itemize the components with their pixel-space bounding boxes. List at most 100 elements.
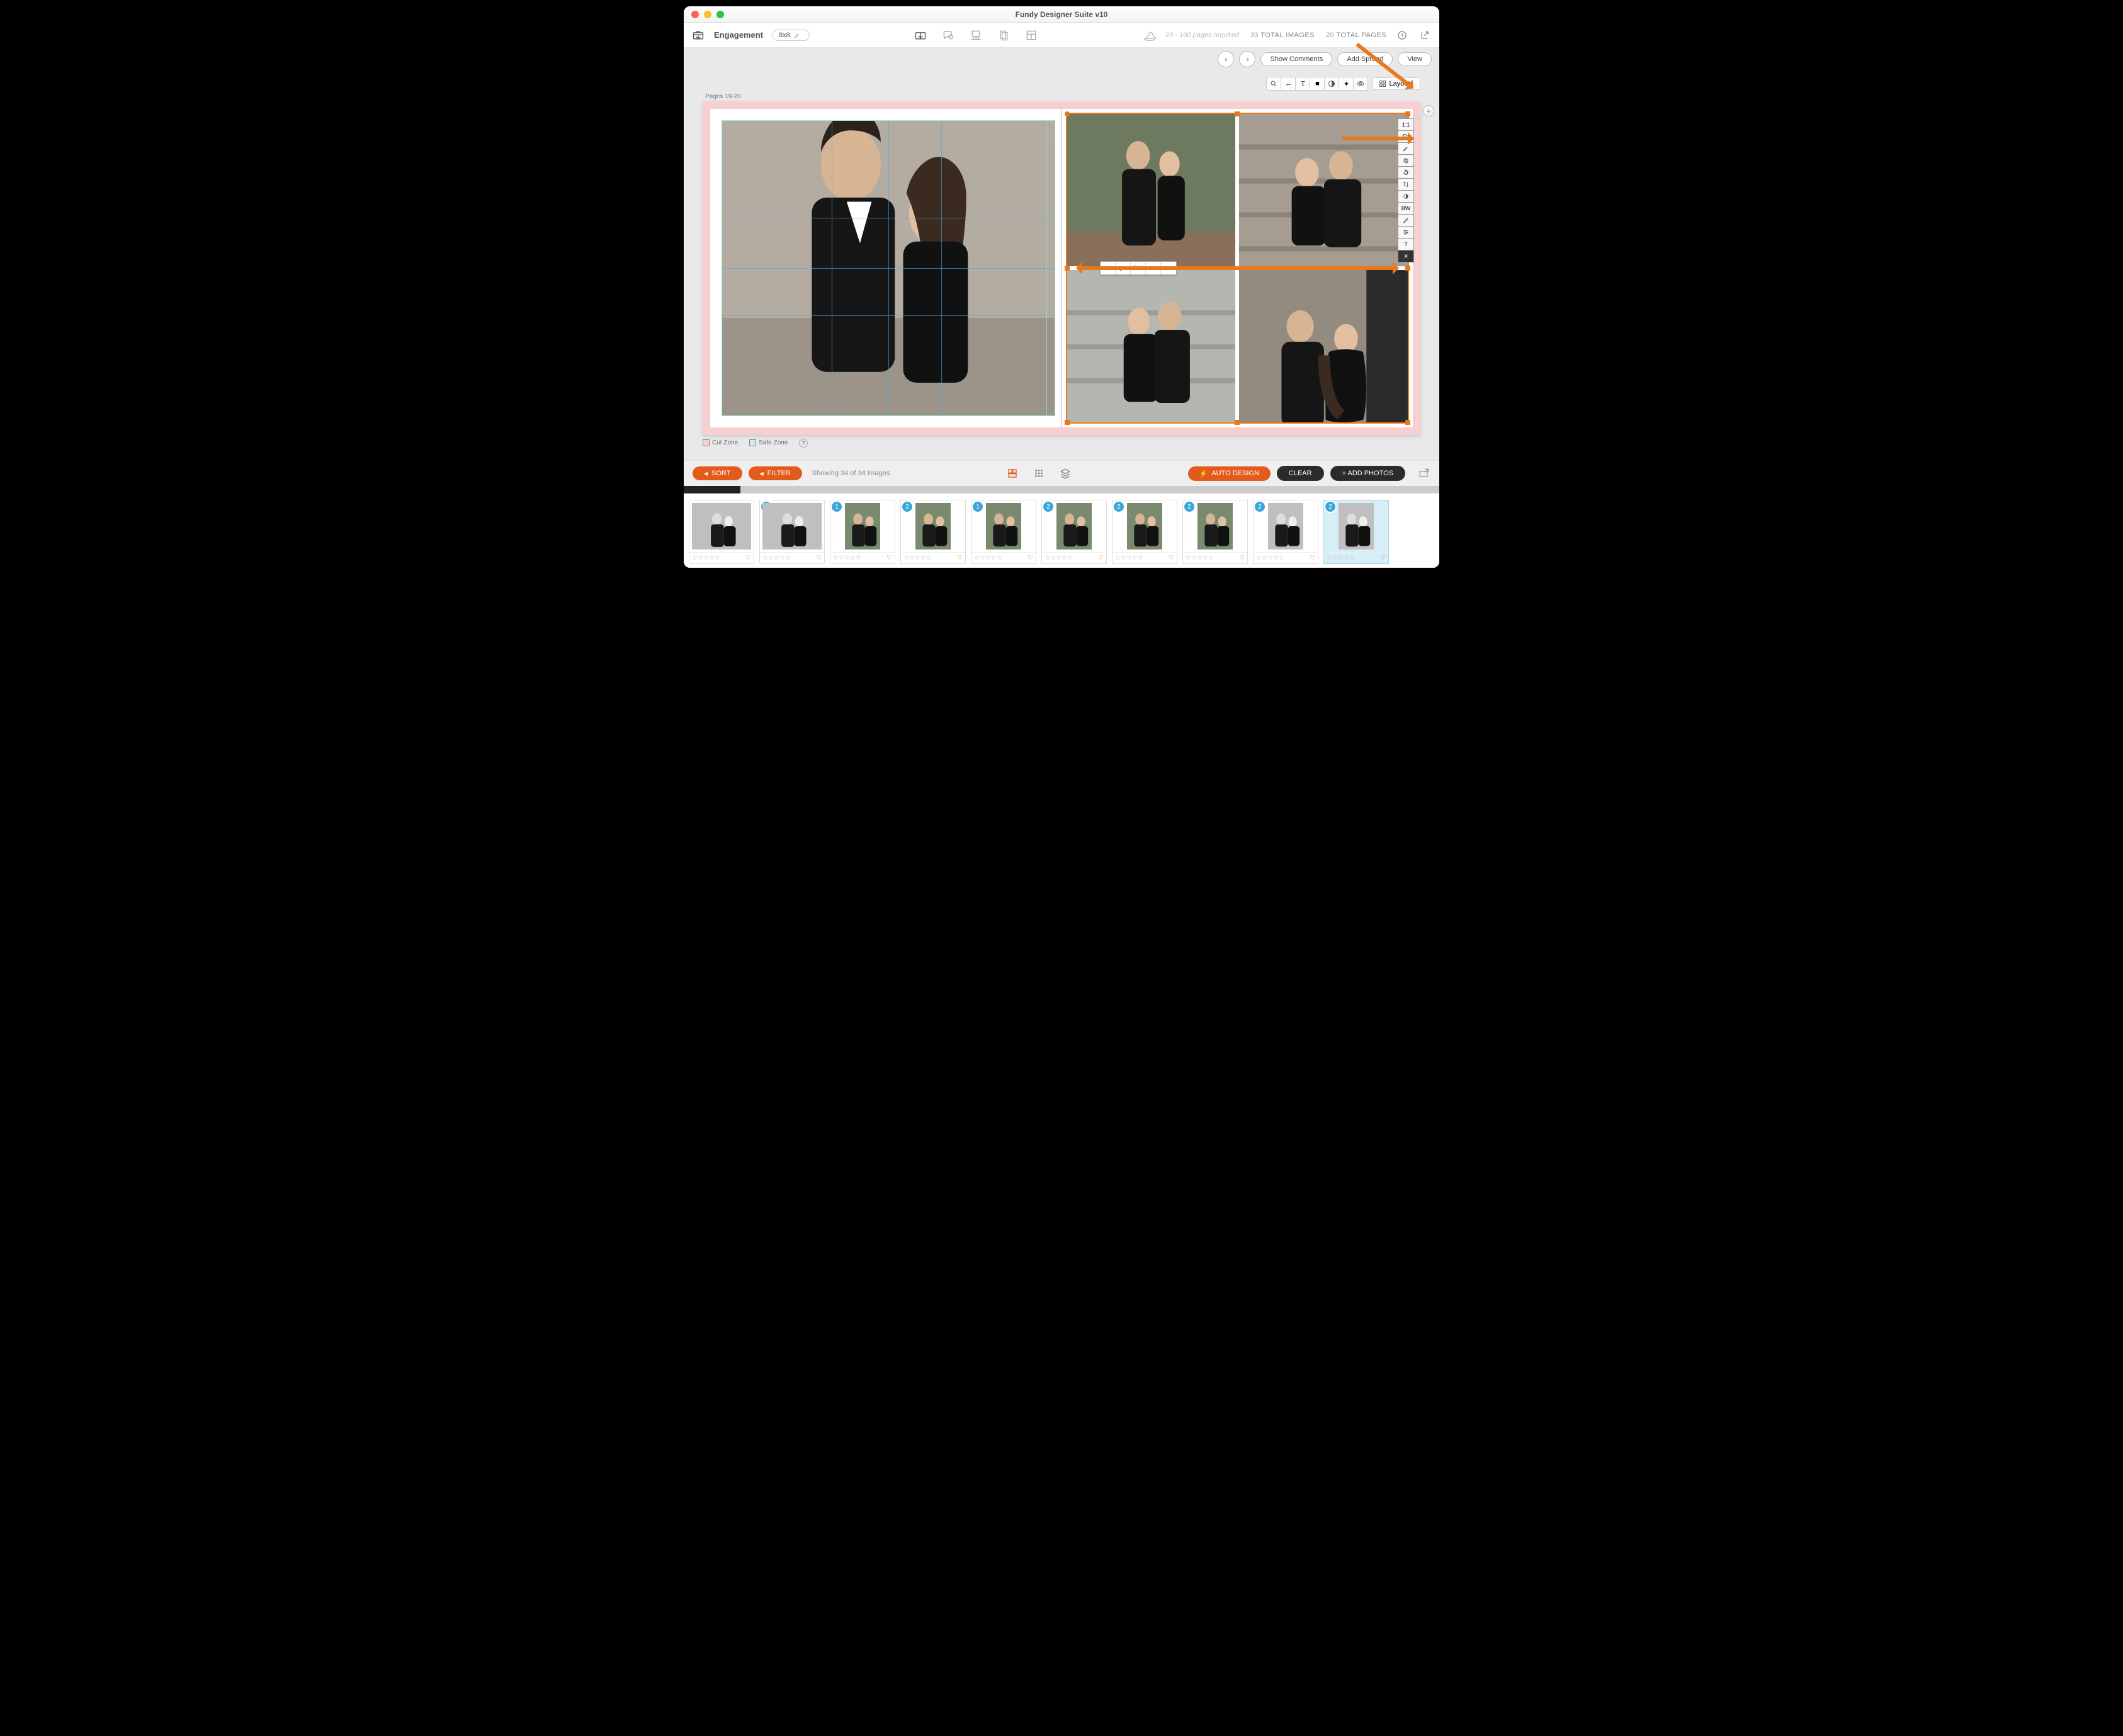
grid-photo-1[interactable]: [1066, 113, 1236, 266]
thumb-footer: ☆☆☆☆☆ ♡: [1183, 552, 1247, 563]
visibility-icon[interactable]: [1353, 77, 1368, 91]
heart-icon[interactable]: ♡: [886, 555, 892, 561]
thumb-card[interactable]: 2☆☆☆☆☆♡: [1041, 500, 1107, 564]
left-photo-frame[interactable]: [722, 120, 1055, 416]
side-bw-button[interactable]: BW: [1398, 202, 1414, 215]
cut-zone-label: Cut Zone: [712, 440, 738, 447]
view-button[interactable]: View: [1398, 52, 1432, 66]
grid-photo-4[interactable]: [1239, 270, 1409, 424]
view-stack-icon[interactable]: [1058, 466, 1072, 480]
album-size-text: 8x8: [779, 31, 790, 39]
album-icon[interactable]: [691, 28, 705, 42]
thumb-image: [1268, 503, 1303, 550]
spread: 1:1 BW ↔ 1:1 Fit: [703, 101, 1420, 435]
thumb-card[interactable]: 2☆☆☆☆☆♡: [900, 500, 966, 564]
heart-icon[interactable]: ♡: [1310, 555, 1315, 561]
side-1to1-button[interactable]: 1:1: [1398, 118, 1414, 131]
layout-icon[interactable]: [1024, 28, 1038, 42]
sort-button[interactable]: ◀SORT: [693, 466, 742, 480]
zoom-window-button[interactable]: [716, 11, 724, 18]
export-icon[interactable]: [1143, 28, 1157, 42]
thumb-card[interactable]: 2☆☆☆☆☆♡: [1253, 500, 1318, 564]
heart-icon[interactable]: ♡: [1098, 555, 1104, 561]
album-mode-icon[interactable]: [914, 28, 927, 42]
thumb-card[interactable]: 1☆☆☆☆☆♡: [830, 500, 895, 564]
side-rotate-icon[interactable]: [1398, 166, 1414, 179]
scrollbar-thumb[interactable]: [684, 486, 740, 493]
external-link-icon[interactable]: [1418, 28, 1432, 42]
side-copy-icon[interactable]: [1398, 154, 1414, 167]
cards-icon[interactable]: [997, 28, 1011, 42]
usage-badge: 2: [1184, 502, 1194, 512]
rating-stars[interactable]: ☆☆☆☆☆: [1186, 555, 1214, 561]
close-window-button[interactable]: [691, 11, 699, 18]
thumb-card[interactable]: 1☆☆☆☆☆♡: [759, 500, 825, 564]
heart-icon[interactable]: ♡: [745, 555, 751, 561]
grid-photo-3[interactable]: [1066, 270, 1236, 424]
thumb-card[interactable]: 2 ☆☆☆☆☆ ♡: [1112, 500, 1177, 564]
rating-stars[interactable]: ☆☆☆☆☆: [1256, 555, 1284, 561]
thumb-card[interactable]: 2☆☆☆☆☆♡: [1323, 500, 1389, 564]
wall-art-icon[interactable]: [969, 28, 983, 42]
rating-stars[interactable]: ☆☆☆☆☆: [1045, 555, 1073, 561]
side-crop-icon[interactable]: [1398, 178, 1414, 191]
zoom-tool-icon[interactable]: [1266, 77, 1281, 91]
rating-stars[interactable]: ☆☆☆☆☆: [833, 555, 861, 561]
contrast-tool-icon[interactable]: [1324, 77, 1339, 91]
auto-design-button[interactable]: ⚡AUTO DESIGN: [1188, 466, 1271, 481]
thumb-card[interactable]: 2 ☆☆☆☆☆ ♡: [1182, 500, 1248, 564]
heart-icon[interactable]: ♡: [1380, 555, 1386, 561]
add-photos-button[interactable]: + ADD PHOTOS: [1330, 466, 1405, 481]
usage-badge: 2: [1114, 502, 1124, 512]
traffic-lights: [691, 11, 724, 18]
grid-icon: [1379, 80, 1386, 87]
album-size-pill[interactable]: 8x8: [772, 30, 810, 41]
dock-resize-icon[interactable]: [1418, 467, 1430, 480]
rating-stars[interactable]: ☆☆☆☆☆: [1327, 555, 1355, 561]
rating-stars[interactable]: ☆☆☆☆☆: [1115, 555, 1143, 561]
thumb-footer: ☆☆☆☆☆ ♡: [1324, 552, 1388, 563]
legend-help-icon[interactable]: ?: [799, 439, 808, 448]
thumb-card[interactable]: ☆☆☆☆☆ ♡: [689, 500, 754, 564]
view-grid-active-icon[interactable]: [1005, 466, 1019, 480]
heart-icon[interactable]: ♡: [957, 555, 963, 561]
grid-photo-2[interactable]: [1239, 113, 1409, 266]
prev-spread-button[interactable]: ‹: [1218, 51, 1234, 67]
page-left[interactable]: [710, 109, 1062, 427]
rating-stars[interactable]: ☆☆☆☆☆: [762, 555, 791, 561]
fill-tool-icon[interactable]: ■: [1310, 77, 1325, 91]
side-sliders-icon[interactable]: [1398, 226, 1414, 239]
sub-toolbar: ‹ › Show Comments Add Spread View: [684, 48, 1439, 70]
add-page-button[interactable]: +: [1423, 105, 1434, 116]
heart-icon[interactable]: ♡: [816, 555, 822, 561]
thumb-image: [1197, 503, 1233, 550]
pages-label: Pages 19-20: [705, 93, 1420, 100]
side-close-icon[interactable]: ✕: [1398, 250, 1414, 262]
minimize-window-button[interactable]: [704, 11, 711, 18]
rating-stars[interactable]: ☆☆☆☆☆: [974, 555, 1002, 561]
side-brush-icon[interactable]: [1398, 214, 1414, 227]
rating-stars[interactable]: ☆☆☆☆☆: [692, 555, 720, 561]
fit-width-icon[interactable]: ↔: [1281, 77, 1296, 91]
heart-icon[interactable]: ♡: [1239, 555, 1245, 561]
side-contrast-icon[interactable]: [1398, 190, 1414, 203]
rating-stars[interactable]: ☆☆☆☆☆: [903, 555, 932, 561]
thumb-card[interactable]: 1☆☆☆☆☆♡: [971, 500, 1036, 564]
next-spread-button[interactable]: ›: [1239, 51, 1255, 67]
side-help-icon[interactable]: ?: [1398, 238, 1414, 251]
heart-icon[interactable]: ♡: [1028, 555, 1033, 561]
sync-icon[interactable]: [1395, 28, 1409, 42]
page-right[interactable]: 1:1 BW ↔ 1:1 Fit: [1062, 109, 1413, 427]
clear-button[interactable]: CLEAR: [1277, 466, 1324, 481]
filmstrip-scrollbar[interactable]: [684, 486, 1439, 493]
filter-label: FILTER: [767, 470, 791, 477]
magic-tool-icon[interactable]: ✦: [1339, 77, 1354, 91]
text-tool-icon[interactable]: T: [1295, 77, 1310, 91]
filter-button[interactable]: ◀FILTER: [749, 466, 802, 480]
comments-mode-icon[interactable]: [941, 28, 955, 42]
view-dots-icon[interactable]: [1032, 466, 1046, 480]
thumb-footer: ☆☆☆☆☆ ♡: [1042, 552, 1106, 563]
show-comments-button[interactable]: Show Comments: [1260, 52, 1332, 66]
lightning-icon: ⚡: [1199, 470, 1208, 478]
heart-icon[interactable]: ♡: [1169, 555, 1174, 561]
